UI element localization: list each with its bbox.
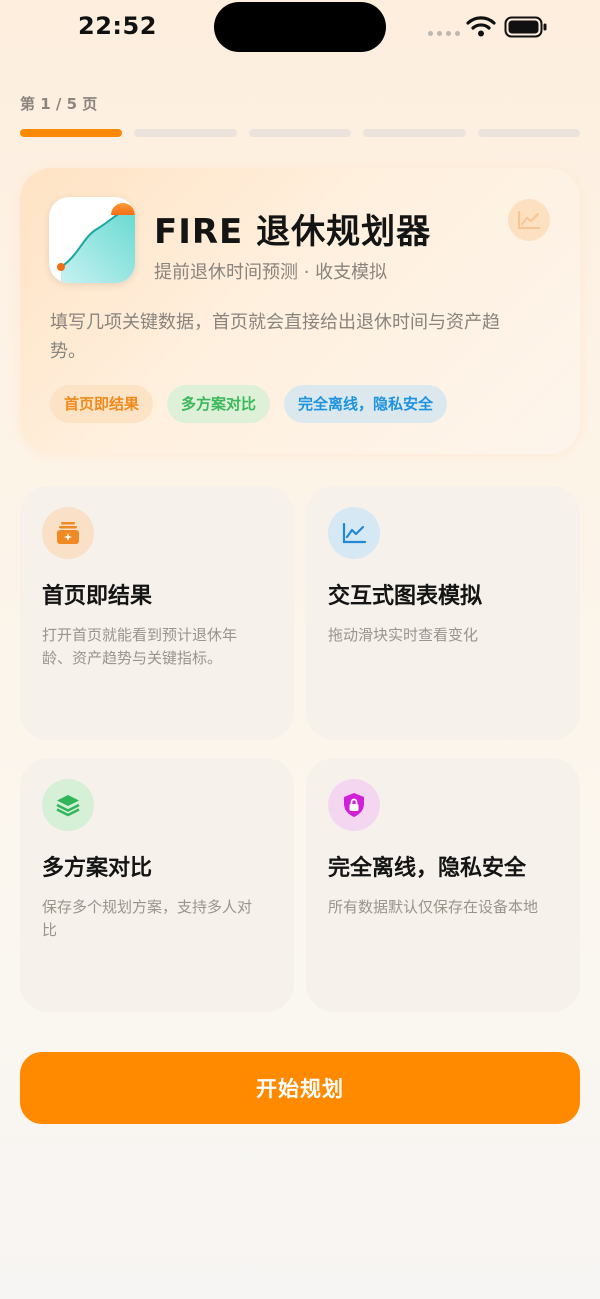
feature-card-interactive-chart: 交互式图表模拟 拖动滑块实时查看变化 xyxy=(306,486,580,740)
page-indicator: 第 1 / 5 页 xyxy=(20,95,98,113)
chip-offline-privacy: 完全离线，隐私安全 xyxy=(284,385,448,423)
trend-chart-icon xyxy=(508,199,550,241)
chip-multi-plan: 多方案对比 xyxy=(167,385,271,423)
lock-shield-icon xyxy=(328,779,380,831)
line-chart-icon xyxy=(328,507,380,559)
app-subtitle: 提前退休时间预测 · 收支模拟 xyxy=(154,262,388,283)
wifi-icon xyxy=(466,16,496,37)
feature-description: 保存多个规划方案，支持多人对比 xyxy=(42,898,253,939)
cellular-signal-icon xyxy=(428,31,460,36)
hero-card: FIRE 退休规划器 提前退休时间预测 · 收支模拟 填写几项关键数据，首页就会… xyxy=(20,168,580,454)
dynamic-island xyxy=(214,2,386,52)
feature-chips: 首页即结果 多方案对比 完全离线，隐私安全 xyxy=(50,385,448,423)
status-bar: 22:52 xyxy=(0,0,600,56)
progress-segment xyxy=(363,129,466,137)
feature-description: 拖动滑块实时查看变化 xyxy=(328,626,479,644)
feature-card-instant-result: 首页即结果 打开首页就能看到预计退休年龄、资产趋势与关键指标。 xyxy=(20,486,294,740)
feature-card-offline-privacy: 完全离线，隐私安全 所有数据默认仅保存在设备本地 xyxy=(306,758,580,1012)
app-logo-icon xyxy=(49,197,135,283)
layers-icon xyxy=(42,779,94,831)
feature-title: 交互式图表模拟 xyxy=(328,584,483,609)
feature-title: 多方案对比 xyxy=(42,856,153,881)
progress-segment xyxy=(248,129,352,137)
feature-description: 所有数据默认仅保存在设备本地 xyxy=(328,898,539,916)
battery-icon xyxy=(504,16,547,38)
progress-bar xyxy=(20,129,581,137)
feature-description: 打开首页就能看到预计退休年龄、资产趋势与关键指标。 xyxy=(42,626,238,667)
progress-segment xyxy=(134,129,237,137)
progress-segment xyxy=(20,129,123,137)
status-time: 22:52 xyxy=(78,12,157,40)
feature-title: 首页即结果 xyxy=(42,584,153,609)
feature-card-multi-plan: 多方案对比 保存多个规划方案，支持多人对比 xyxy=(20,758,294,1012)
app-description: 填写几项关键数据，首页就会直接给出退休时间与资产趋势。 xyxy=(50,312,500,362)
chip-instant-result: 首页即结果 xyxy=(50,385,154,423)
app-title: FIRE 退休规划器 xyxy=(154,212,432,252)
progress-segment xyxy=(477,129,581,137)
feature-title: 完全离线，隐私安全 xyxy=(328,856,527,881)
sparkle-stack-icon xyxy=(42,507,94,559)
start-planning-button[interactable]: 开始规划 xyxy=(20,1052,580,1124)
